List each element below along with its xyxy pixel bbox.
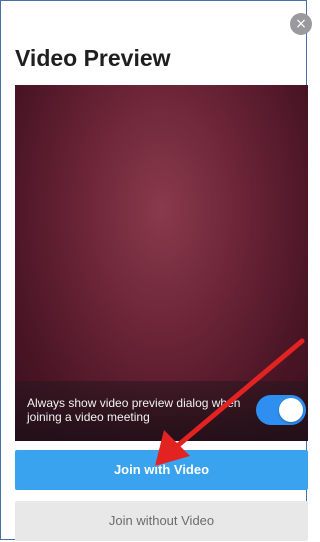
setting-label: Always show video preview dialog when jo… bbox=[27, 396, 241, 424]
toggle-knob bbox=[279, 398, 303, 422]
video-preview-area: Always show video preview dialog when jo… bbox=[15, 85, 308, 441]
join-without-video-button[interactable]: Join without Video bbox=[15, 501, 308, 541]
dialog-title: Video Preview bbox=[15, 45, 171, 71]
preview-setting-row: Always show video preview dialog when jo… bbox=[15, 381, 308, 441]
close-icon[interactable]: × bbox=[290, 13, 312, 35]
video-preview-dialog: × Video Preview Always show video previe… bbox=[0, 0, 312, 541]
preview-toggle[interactable] bbox=[256, 395, 306, 425]
join-with-video-button[interactable]: Join with Video bbox=[15, 450, 308, 490]
